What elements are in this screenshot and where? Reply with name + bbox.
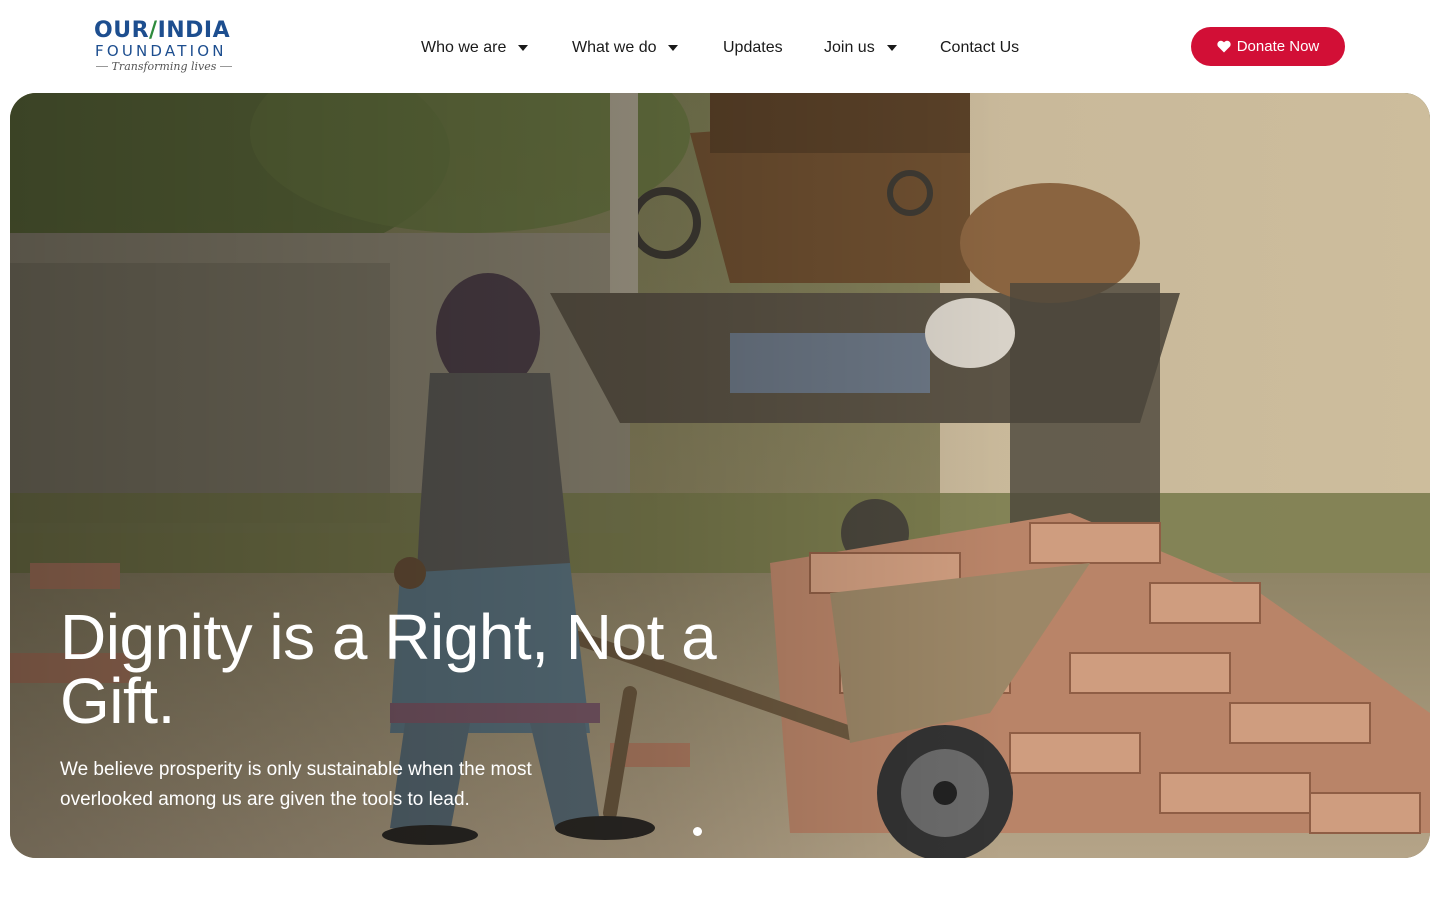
- heart-icon: [1217, 40, 1231, 53]
- hero-overlay: [10, 93, 1430, 858]
- nav-item-what-we-do[interactable]: What we do: [572, 36, 679, 60]
- hero-title: Dignity is a Right, Not a Gift.: [60, 601, 717, 737]
- logo-tagline: Transforming lives: [96, 60, 232, 73]
- caret-down-icon: [886, 45, 897, 51]
- logo[interactable]: OUR/INDIA FOUNDATION Transforming lives: [94, 18, 234, 76]
- caret-down-icon: [518, 45, 529, 51]
- site-header: OUR/INDIA FOUNDATION Transforming lives …: [0, 0, 1440, 92]
- nav-label: Who we are: [421, 39, 507, 56]
- nav-item-contact-us[interactable]: Contact Us: [940, 36, 1019, 60]
- hero-subtitle: We believe prosperity is only sustainabl…: [60, 759, 532, 810]
- logo-subtitle: FOUNDATION: [95, 42, 227, 60]
- donate-label: Donate Now: [1236, 38, 1320, 55]
- nav-label: Updates: [723, 39, 783, 56]
- donate-button[interactable]: Donate Now: [1191, 27, 1345, 66]
- hero-banner: Dignity is a Right, Not a Gift. We belie…: [10, 93, 1430, 858]
- caret-down-icon: [668, 45, 679, 51]
- nav-label: Join us: [824, 39, 875, 56]
- nav-label: What we do: [572, 39, 657, 56]
- logo-wordmark: OUR/INDIA: [94, 18, 231, 43]
- nav-label: Contact Us: [940, 39, 1020, 56]
- nav-item-join-us[interactable]: Join us: [824, 36, 897, 60]
- nav-item-updates[interactable]: Updates: [723, 36, 783, 60]
- nav-item-who-we-are[interactable]: Who we are: [421, 36, 529, 60]
- carousel-dot-active[interactable]: [693, 827, 702, 836]
